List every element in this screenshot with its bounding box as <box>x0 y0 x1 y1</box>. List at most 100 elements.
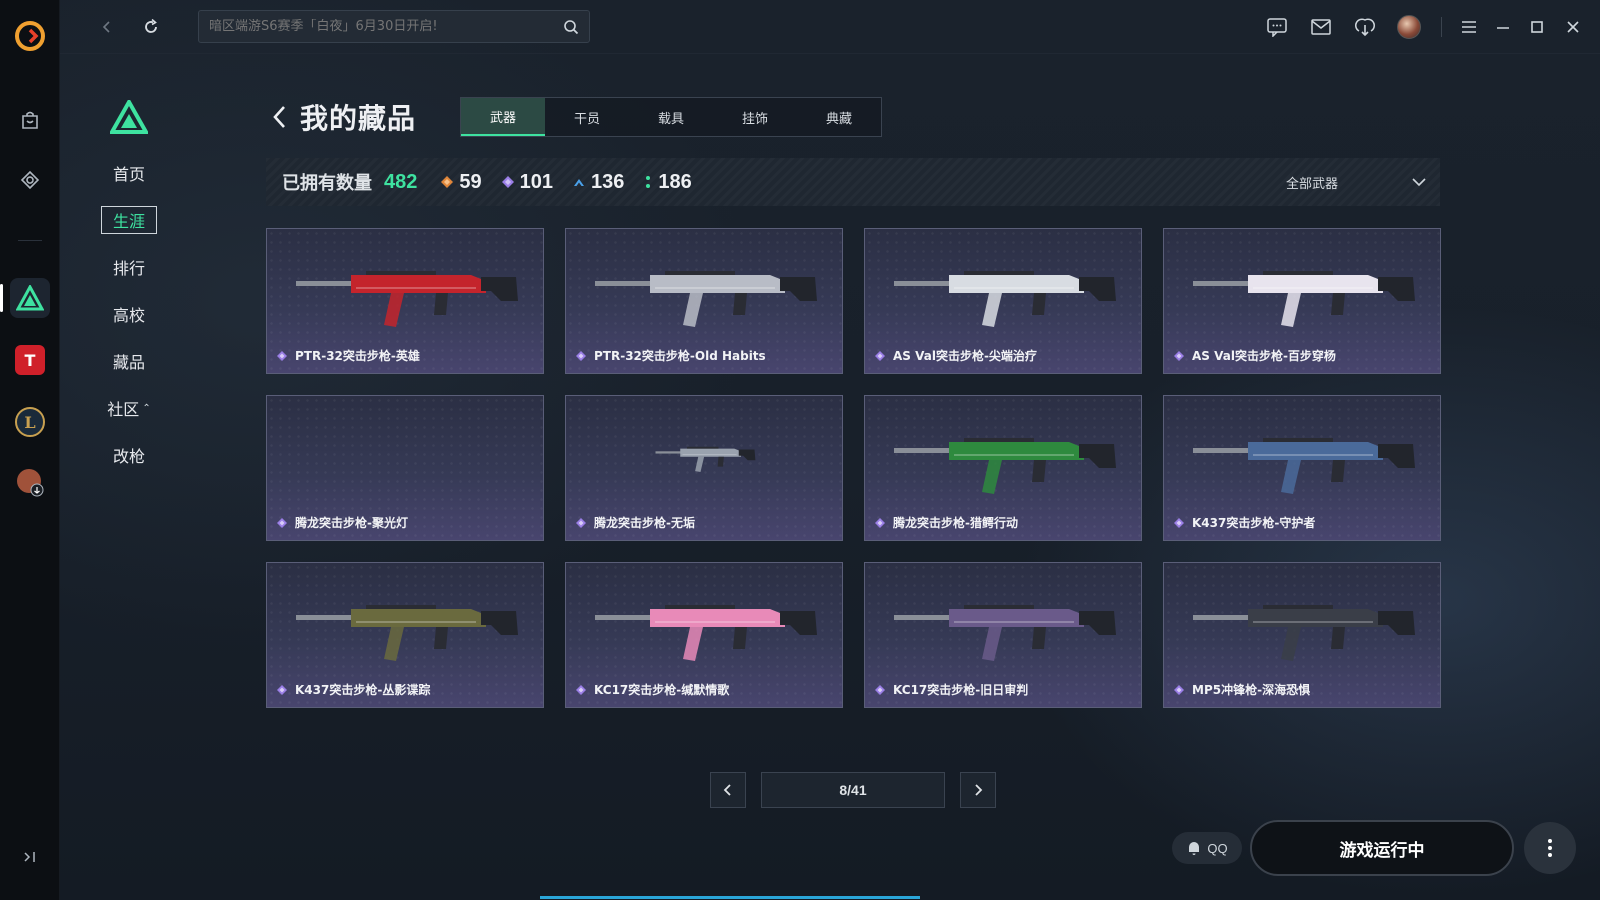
refresh-icon[interactable] <box>136 12 166 42</box>
rarity-diamond-icon <box>1174 684 1184 695</box>
rarity-diamond-icon <box>1174 517 1184 528</box>
bell-icon <box>1189 842 1200 855</box>
more-options-button[interactable] <box>1524 822 1576 874</box>
prev-page-button[interactable] <box>710 772 746 808</box>
tab-vehicles[interactable]: 载具 <box>629 98 713 136</box>
tab-collectibles[interactable]: 典藏 <box>797 98 881 136</box>
orange-diamond-icon <box>441 176 454 188</box>
subnav-label: 首页 <box>112 165 145 184</box>
subnav-label: 藏品 <box>112 353 145 372</box>
collection-item-card[interactable]: KC17突击步枪-旧日审判 <box>864 562 1142 708</box>
subnav-label: 社区 <box>107 400 140 419</box>
arena-breakout-app-icon[interactable] <box>10 278 50 318</box>
subnav-item-home[interactable]: 首页 <box>100 158 158 188</box>
item-name: AS Val突击步枪-尖端治疗 <box>893 349 1037 363</box>
mail-icon[interactable] <box>1299 0 1343 54</box>
store-bag-icon[interactable] <box>10 100 50 140</box>
page-indicator: 8/41 <box>761 772 945 808</box>
collection-item-card[interactable]: AS Val突击步枪-尖端治疗 <box>864 228 1142 374</box>
search-input[interactable] <box>209 19 563 34</box>
collection-item-card[interactable]: PTR-32突击步枪-Old Habits <box>565 228 843 374</box>
item-label: 腾龙突击步枪-无垢 <box>576 514 695 531</box>
blue-chevron-icon <box>574 179 584 186</box>
collection-item-card[interactable]: 腾龙突击步枪-无垢 <box>565 395 843 541</box>
weapon-filter-dropdown[interactable]: 全部武器 <box>1286 158 1426 206</box>
owned-count: 482 <box>384 170 418 193</box>
category-tabs: 武器 干员 载具 挂饰 典藏 <box>460 97 882 137</box>
weapon-skin-image <box>296 271 518 327</box>
svg-text:T: T <box>25 351 36 370</box>
rarity-diamond-icon <box>277 517 287 528</box>
item-label: MP5冲锋枪-深海恐惧 <box>1174 681 1310 698</box>
rarity-orange-stat: 59 <box>441 171 482 194</box>
subnav-item-college[interactable]: 高校 <box>100 299 158 329</box>
menu-icon[interactable] <box>1452 0 1486 54</box>
purple-diamond-icon <box>501 176 514 188</box>
collection-item-card[interactable]: K437突击步枪-丛影谍踪 <box>266 562 544 708</box>
game-download-app-icon[interactable] <box>10 462 50 502</box>
subnav-item-community[interactable]: 社区 ⌃ <box>100 393 158 423</box>
back-arrow-icon[interactable] <box>268 102 292 132</box>
rarity-count: 101 <box>519 170 553 193</box>
tab-weapons[interactable]: 武器 <box>461 98 545 136</box>
item-name: PTR-32突击步枪-英雄 <box>295 349 420 363</box>
collection-item-card[interactable]: MP5冲锋枪-深海恐惧 <box>1163 562 1441 708</box>
game-tag-icon[interactable] <box>10 160 50 200</box>
rarity-diamond-icon <box>875 684 885 695</box>
item-name: PTR-32突击步枪-Old Habits <box>594 349 766 363</box>
subnav-item-ranking[interactable]: 排行 <box>100 252 158 282</box>
maximize-icon[interactable] <box>1520 0 1554 54</box>
user-avatar[interactable] <box>1387 0 1431 54</box>
rarity-diamond-icon <box>277 350 287 361</box>
crossfire-app-icon[interactable]: T <box>10 340 50 380</box>
collection-item-card[interactable]: 腾龙突击步枪-聚光灯 <box>266 395 544 541</box>
weapon-skin-image <box>1193 271 1415 327</box>
item-label: PTR-32突击步枪-Old Habits <box>576 347 766 364</box>
item-name: AS Val突击步枪-百步穿杨 <box>1192 349 1336 363</box>
weapon-skin-image <box>1193 438 1415 494</box>
minimize-icon[interactable] <box>1486 0 1520 54</box>
arena-breakout-logo-icon <box>110 100 148 134</box>
collection-item-card[interactable]: KC17突击步枪-缄默情歌 <box>565 562 843 708</box>
item-name: K437突击步枪-守护者 <box>1192 516 1316 530</box>
item-name: 腾龙突击步枪-猎鳄行动 <box>893 516 1018 530</box>
loading-bar <box>540 896 920 899</box>
next-page-button[interactable] <box>960 772 996 808</box>
weapon-skin-image <box>595 605 817 661</box>
item-name: MP5冲锋枪-深海恐惧 <box>1192 683 1311 697</box>
tab-charms[interactable]: 挂饰 <box>713 98 797 136</box>
tab-operators[interactable]: 干员 <box>545 98 629 136</box>
item-label: AS Val突击步枪-百步穿杨 <box>1174 347 1336 364</box>
collection-item-card[interactable]: K437突击步枪-守护者 <box>1163 395 1441 541</box>
qq-button[interactable]: QQ <box>1172 832 1242 864</box>
weapon-skin-image <box>655 446 756 472</box>
main-area: 首页 生涯 排行 高校 藏品 社区⌃ 改枪 我的藏品 武器 干员 载具 挂饰 典… <box>60 0 1600 900</box>
app-rail: T L <box>0 0 60 900</box>
collection-item-card[interactable]: AS Val突击步枪-百步穿杨 <box>1163 228 1441 374</box>
search-bar <box>198 10 590 43</box>
subnav-item-career[interactable]: 生涯 <box>100 205 158 235</box>
game-running-button[interactable]: 游戏运行中 <box>1250 820 1514 876</box>
chevron-down-icon <box>1412 178 1426 187</box>
item-name: KC17突击步枪-旧日审判 <box>893 683 1029 697</box>
league-of-legends-app-icon[interactable]: L <box>10 402 50 442</box>
search-icon[interactable] <box>563 19 579 35</box>
chat-icon[interactable] <box>1255 0 1299 54</box>
subnav-item-collection[interactable]: 藏品 <box>100 346 158 376</box>
subnav-label: 生涯 <box>112 212 145 231</box>
collection-item-card[interactable]: PTR-32突击步枪-英雄 <box>266 228 544 374</box>
item-label: K437突击步枪-守护者 <box>1174 514 1315 531</box>
collapse-sidebar-icon[interactable] <box>12 842 48 872</box>
download-icon[interactable] <box>1343 0 1387 54</box>
chevron-left-icon <box>723 784 731 796</box>
rail-divider <box>18 240 42 241</box>
subnav-label: 高校 <box>112 306 145 325</box>
close-icon[interactable] <box>1554 0 1592 54</box>
back-nav-icon[interactable] <box>92 12 122 42</box>
rarity-diamond-icon <box>277 684 287 695</box>
collection-item-card[interactable]: 腾龙突击步枪-猎鳄行动 <box>864 395 1142 541</box>
subnav-item-gunsmith[interactable]: 改枪 <box>100 440 158 470</box>
item-label: K437突击步枪-丛影谍踪 <box>277 681 430 698</box>
wegame-logo-icon[interactable] <box>14 20 46 52</box>
weapon-skin-image <box>894 438 1116 494</box>
